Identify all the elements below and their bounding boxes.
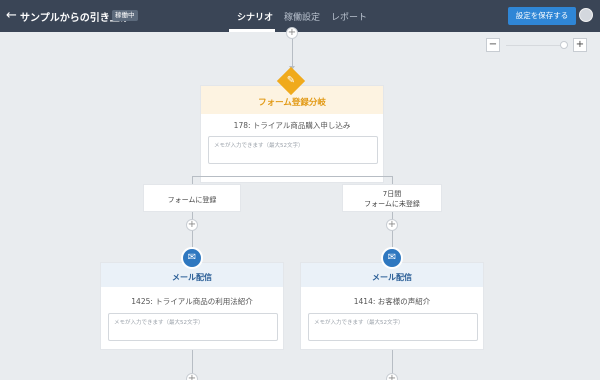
add-step-button-left[interactable]: + — [186, 219, 198, 231]
zoom-in-button[interactable]: + — [573, 38, 587, 52]
condition-label: フォームに登録 — [167, 196, 217, 204]
add-step-button-bottom-right[interactable]: + — [386, 373, 398, 380]
tab-operation-settings[interactable]: 稼働設定 — [284, 10, 320, 23]
avatar[interactable] — [579, 8, 593, 22]
mail-node-title: メール配信 — [172, 273, 212, 282]
add-step-button-top[interactable]: + — [286, 27, 298, 39]
add-step-button-right[interactable]: + — [386, 219, 398, 231]
mail-name: 1414: お客様の声紹介 — [353, 297, 431, 306]
condition-not-registered[interactable]: 7日間 フォームに未登録 — [342, 184, 442, 212]
memo-input[interactable]: メモが入力できます（最大52文字） — [108, 313, 278, 341]
back-arrow-icon[interactable]: ← — [6, 8, 20, 24]
status-badge: 稼働中 — [112, 10, 138, 21]
branch-form-name: 178: トライアル商品購入申し込み — [233, 121, 351, 130]
connector-line — [292, 39, 293, 67]
memo-input[interactable]: メモが入力できます（最大52文字） — [308, 313, 478, 341]
mail-node-left[interactable]: メール配信 1425: トライアル商品の利用法紹介 メモが入力できます（最大52… — [100, 262, 284, 350]
connector-line — [192, 176, 193, 184]
save-button[interactable]: 設定を保存する — [508, 7, 576, 25]
tab-report[interactable]: レポート — [331, 10, 367, 23]
zoom-out-button[interactable]: − — [486, 38, 500, 52]
connector-line — [392, 176, 393, 184]
mail-node-title: メール配信 — [372, 273, 412, 282]
form-branch-node[interactable]: フォーム登録分岐 178: トライアル商品購入申し込み メモが入力できます（最大… — [200, 85, 384, 183]
zoom-slider-handle[interactable] — [560, 41, 568, 49]
active-tab-indicator — [229, 29, 275, 32]
envelope-icon: ✉ — [181, 247, 203, 269]
mail-node-right[interactable]: メール配信 1414: お客様の声紹介 メモが入力できます（最大52文字） — [300, 262, 484, 350]
top-bar: ← サンプルからの引き上げ 稼働中 シナリオ 稼働設定 レポート 設定を保存する — [0, 0, 600, 32]
add-step-button-bottom-left[interactable]: + — [186, 373, 198, 380]
zoom-slider-track[interactable] — [506, 45, 568, 46]
tab-scenario[interactable]: シナリオ — [237, 10, 273, 23]
branch-node-title: フォーム登録分岐 — [258, 98, 326, 108]
form-branch-icon: ✎ — [286, 75, 296, 86]
condition-period: 7日間 — [382, 190, 402, 198]
branch-split-line — [192, 176, 392, 177]
condition-registered[interactable]: フォームに登録 — [143, 184, 241, 212]
memo-input[interactable]: メモが入力できます（最大52文字） — [208, 136, 378, 164]
envelope-icon: ✉ — [381, 247, 403, 269]
mail-name: 1425: トライアル商品の利用法紹介 — [131, 297, 253, 306]
condition-label: フォームに未登録 — [364, 200, 420, 208]
